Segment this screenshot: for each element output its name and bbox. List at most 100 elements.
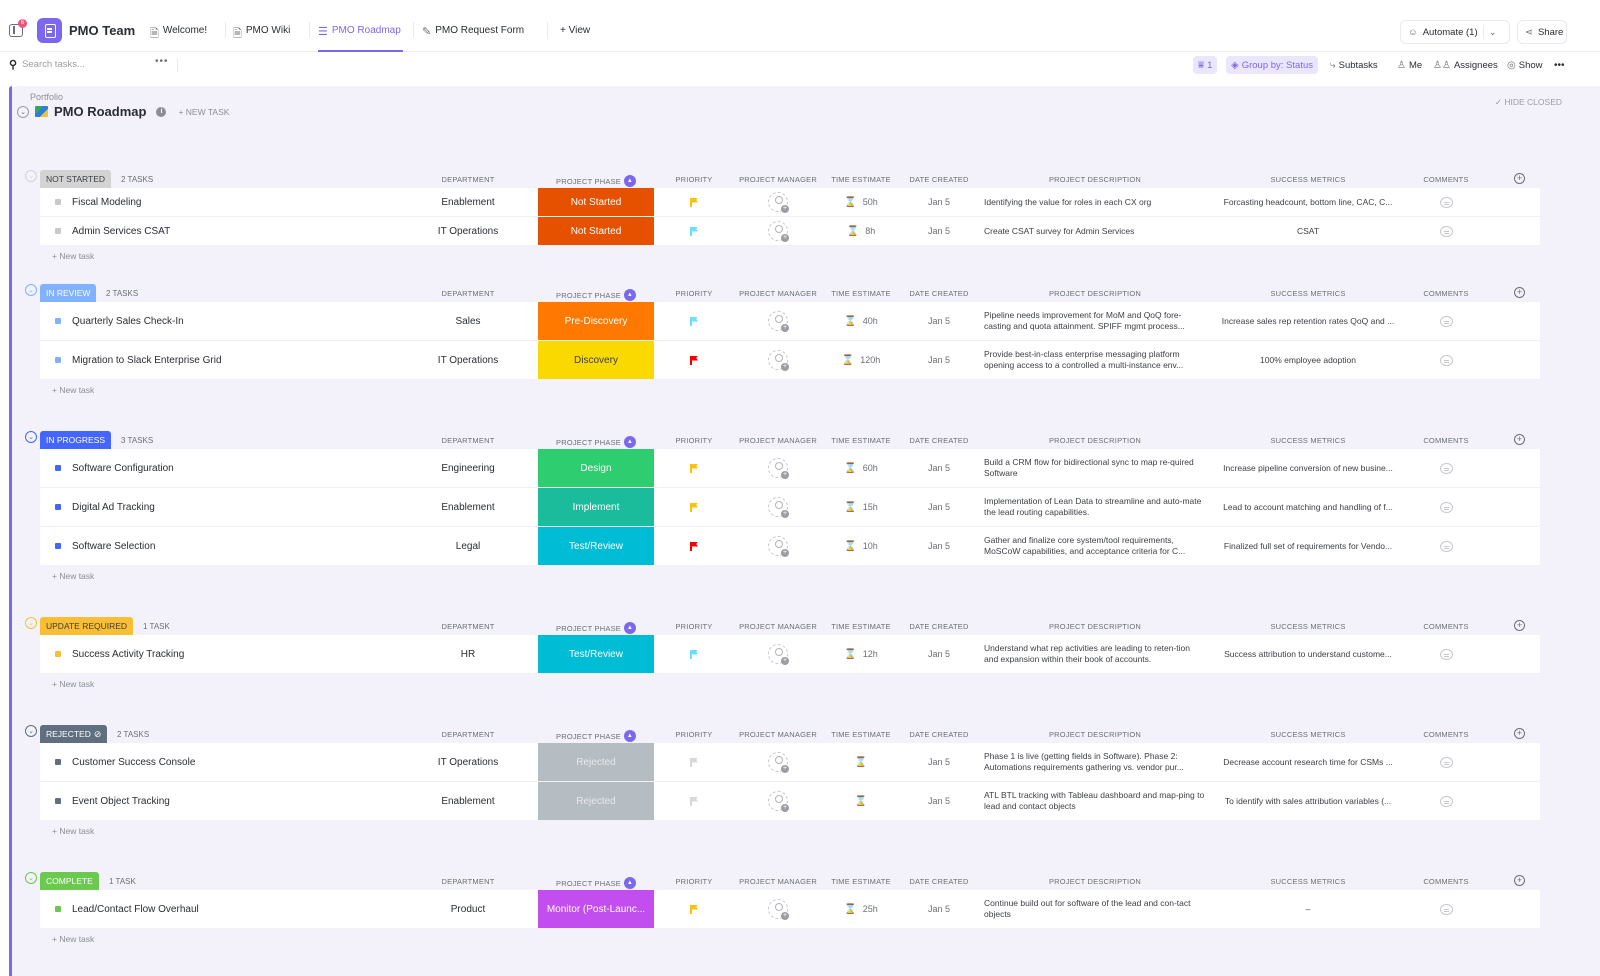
success-metrics-cell[interactable]: Increase sales rep retention rates QoQ a… (1210, 302, 1406, 340)
col-h-priority[interactable]: PRIORITY (654, 436, 734, 445)
project-manager-cell[interactable] (734, 488, 822, 526)
comments-cell[interactable] (1406, 635, 1486, 673)
time-estimate-cell[interactable]: ⌛ 10h (822, 527, 900, 565)
task-name[interactable]: Success Activity Tracking (72, 635, 184, 673)
department-cell[interactable]: HR (408, 635, 528, 673)
col-h-comments[interactable]: COMMENTS (1406, 622, 1486, 631)
col-h-project-phase[interactable]: PROJECT PHASE ▲ (538, 289, 654, 301)
add-column-icon[interactable]: + (1514, 728, 1525, 739)
time-estimate-cell[interactable]: ⌛ (822, 782, 900, 820)
col-h-project-manager[interactable]: PROJECT MANAGER (734, 436, 822, 445)
col-h-date-created[interactable]: DATE CREATED (900, 877, 978, 886)
project-description-cell[interactable]: Create CSAT survey for Admin Services (984, 217, 1206, 245)
col-h-project-description[interactable]: PROJECT DESCRIPTION (984, 436, 1206, 445)
department-cell[interactable]: IT Operations (408, 743, 528, 781)
time-estimate-cell[interactable]: ⌛ 12h (822, 635, 900, 673)
comments-cell[interactable] (1406, 217, 1486, 245)
task-name[interactable]: Migration to Slack Enterprise Grid (72, 341, 222, 379)
info-icon[interactable]: i (156, 106, 167, 117)
time-estimate-cell[interactable]: ⌛ 8h (822, 217, 900, 245)
col-h-success-metrics[interactable]: SUCCESS METRICS (1210, 289, 1406, 298)
comments-cell[interactable] (1406, 449, 1486, 487)
task-name[interactable]: Lead/Contact Flow Overhaul (72, 890, 199, 928)
new-task-button[interactable]: + NEW TASK (178, 107, 229, 117)
group-by-button[interactable]: ◈ Group by: Status (1226, 56, 1318, 74)
comments-cell[interactable] (1406, 527, 1486, 565)
table-row[interactable]: Lead/Contact Flow Overhaul Product Monitor… (40, 890, 1540, 929)
sort-ascending-icon[interactable]: ▲ (623, 436, 636, 448)
project-description-cell[interactable]: Implementation of Lean Data to streamlin… (984, 488, 1206, 526)
col-h-date-created[interactable]: DATE CREATED (900, 730, 978, 739)
project-description-cell[interactable]: ATL BTL tracking with Tableau dashboard … (984, 782, 1206, 820)
task-name[interactable]: Fiscal Modeling (72, 188, 141, 216)
comments-cell[interactable] (1406, 743, 1486, 781)
status-badge[interactable]: REJECTED ⊘ (40, 725, 108, 743)
tab-welcome[interactable]: 🗎 Welcome! (150, 18, 207, 52)
add-assignee-icon[interactable] (768, 644, 789, 665)
col-h-department[interactable]: DEPARTMENT (408, 730, 528, 739)
new-task-button[interactable]: + New task (52, 246, 1600, 266)
time-estimate-cell[interactable]: ⌛ 15h (822, 488, 900, 526)
department-cell[interactable]: Enablement (408, 188, 528, 216)
add-column-icon[interactable]: + (1514, 434, 1525, 445)
table-row[interactable]: Customer Success Console IT Operations Rej… (40, 743, 1540, 782)
project-manager-cell[interactable] (734, 635, 822, 673)
department-cell[interactable]: Legal (408, 527, 528, 565)
status-badge[interactable]: IN REVIEW (40, 284, 97, 302)
success-metrics-cell[interactable]: Increase pipeline conversion of new busi… (1210, 449, 1406, 487)
comment-icon[interactable] (1439, 648, 1453, 660)
success-metrics-cell[interactable]: CSAT (1210, 217, 1406, 245)
col-h-project-description[interactable]: PROJECT DESCRIPTION (984, 289, 1206, 298)
department-cell[interactable]: Enablement (408, 488, 528, 526)
comment-icon[interactable] (1439, 756, 1453, 768)
time-estimate-cell[interactable]: ⌛ 25h (822, 890, 900, 928)
col-h-project-manager[interactable]: PROJECT MANAGER (734, 730, 822, 739)
new-task-button[interactable]: + New task (52, 674, 1600, 694)
comment-icon[interactable] (1439, 196, 1453, 208)
col-h-success-metrics[interactable]: SUCCESS METRICS (1210, 622, 1406, 631)
success-metrics-cell[interactable]: 100% employee adoption (1210, 341, 1406, 379)
new-task-button[interactable]: + New task (52, 566, 1600, 586)
project-phase-cell[interactable]: Pre-Discovery (538, 302, 654, 340)
department-cell[interactable]: IT Operations (408, 341, 528, 379)
space-name[interactable]: PMO Team (69, 23, 135, 38)
project-manager-cell[interactable] (734, 341, 822, 379)
add-assignee-icon[interactable] (768, 311, 789, 332)
time-estimate-cell[interactable]: ⌛ 120h (822, 341, 900, 379)
new-task-button[interactable]: + New task (52, 821, 1600, 841)
task-name[interactable]: Event Object Tracking (72, 782, 170, 820)
col-h-project-phase[interactable]: PROJECT PHASE ▲ (538, 175, 654, 187)
col-h-comments[interactable]: COMMENTS (1406, 730, 1486, 739)
priority-cell[interactable] (654, 743, 734, 781)
project-manager-cell[interactable] (734, 890, 822, 928)
status-badge[interactable]: UPDATE REQUIRED (40, 617, 134, 635)
project-phase-cell[interactable]: Discovery (538, 341, 654, 379)
task-name[interactable]: Software Selection (72, 527, 155, 565)
col-h-project-manager[interactable]: PROJECT MANAGER (734, 289, 822, 298)
project-manager-cell[interactable] (734, 302, 822, 340)
chevron-down-icon[interactable]: ⌄ (17, 105, 29, 118)
col-h-success-metrics[interactable]: SUCCESS METRICS (1210, 175, 1406, 184)
table-row[interactable]: Digital Ad Tracking Enablement Implement ⌛ 1… (40, 488, 1540, 527)
table-row[interactable]: Software Selection Legal Test/Review ⌛ 10h Ja… (40, 527, 1540, 566)
priority-cell[interactable] (654, 890, 734, 928)
success-metrics-cell[interactable]: Success attribution to understand custom… (1210, 635, 1406, 673)
col-h-time-estimate[interactable]: TIME ESTIMATE (822, 289, 900, 298)
assignees-button[interactable]: ♙♙ Assignees (1428, 56, 1503, 74)
col-h-time-estimate[interactable]: TIME ESTIMATE (822, 175, 900, 184)
priority-cell[interactable] (654, 302, 734, 340)
project-description-cell[interactable]: Identifying the value for roles in each … (984, 188, 1206, 216)
success-metrics-cell[interactable]: Decrease account research time for CSMs … (1210, 743, 1406, 781)
project-phase-cell[interactable]: Not Started (538, 217, 654, 245)
col-h-priority[interactable]: PRIORITY (654, 877, 734, 886)
col-h-time-estimate[interactable]: TIME ESTIMATE (822, 877, 900, 886)
department-cell[interactable]: Sales (408, 302, 528, 340)
chevron-down-icon[interactable]: ⌄ (1489, 27, 1497, 38)
project-description-cell[interactable]: Understand what rep activities are leadi… (984, 635, 1206, 673)
success-metrics-cell[interactable]: Forcasting headcount, bottom line, CAC, … (1210, 188, 1406, 216)
col-h-priority[interactable]: PRIORITY (654, 175, 734, 184)
status-square-icon[interactable] (55, 302, 61, 340)
priority-cell[interactable] (654, 782, 734, 820)
table-row[interactable]: Migration to Slack Enterprise Grid IT Ope… (40, 341, 1540, 380)
col-h-comments[interactable]: COMMENTS (1406, 877, 1486, 886)
